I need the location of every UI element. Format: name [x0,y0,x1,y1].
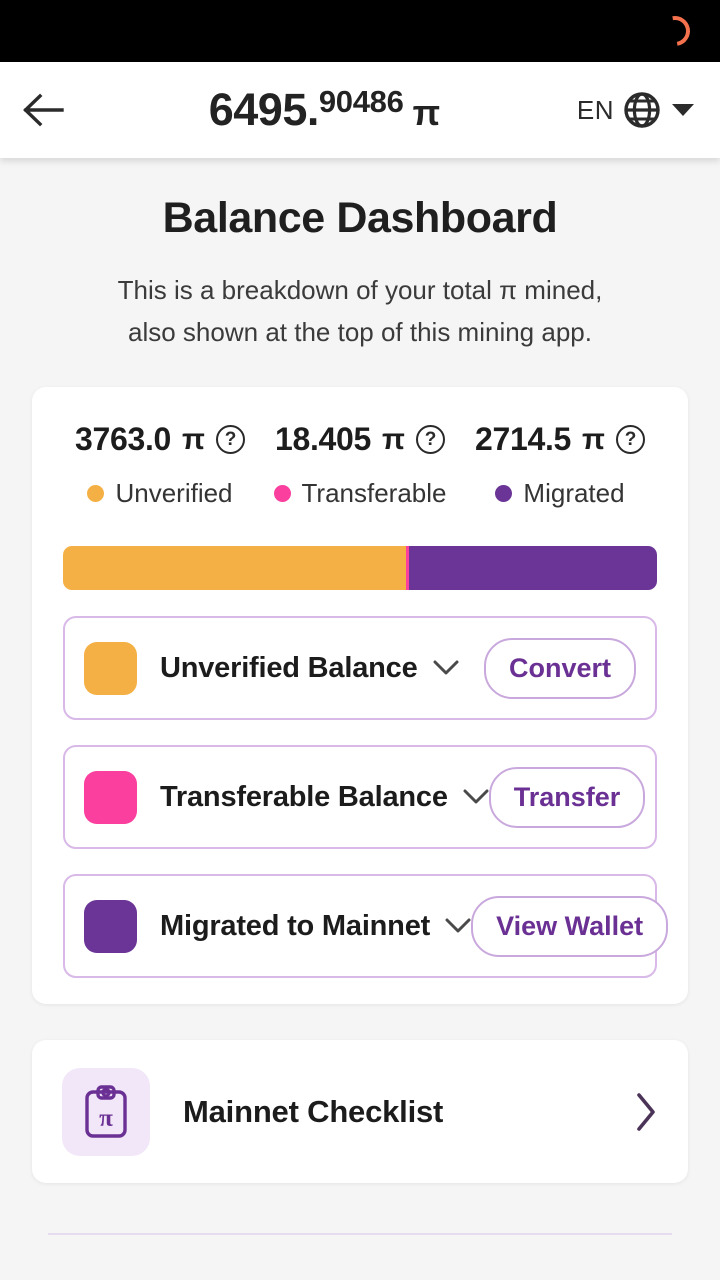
balance-integer-part: 6495. [208,84,320,135]
totals-row: 3763.0 π ? Unverified 18.405 π ? Transfe… [48,421,672,509]
help-circle-icon[interactable]: ? [416,425,446,455]
color-swatch [84,770,137,824]
total-value: 18.405 [274,421,372,458]
page-title: Balance Dashboard [162,194,558,242]
total-value: 2714.5 [474,421,572,458]
bottom-divider [48,1233,672,1235]
color-swatch [84,899,137,953]
total-value-line: 2714.5 π ? [460,421,660,458]
svg-text:π: π [99,1105,113,1132]
pi-symbol: π [582,422,606,456]
balance-row-migrated[interactable]: Migrated to Mainnet View Wallet [63,874,669,979]
mainnet-checklist-label: Mainnet Checklist [183,1093,444,1129]
legend-color-dot [87,485,105,503]
chevron-down-icon[interactable] [433,660,459,677]
balance-row-label: Migrated to Mainnet [160,909,431,942]
clipboard-pi-icon: π [62,1067,150,1156]
legend-color-dot [495,485,513,503]
help-circle-icon[interactable]: ? [616,425,646,455]
total-value-line: 18.405 π ? [260,421,460,458]
bar-segment-unverified [63,546,407,591]
mainnet-checklist-card[interactable]: π Mainnet Checklist [32,1040,688,1184]
chevron-down-icon[interactable] [463,789,489,806]
balance-row-transferable[interactable]: Transferable Balance Transfer [63,745,657,850]
balance-row-unverified[interactable]: Unverified Balance Convert [63,616,657,721]
clipboard-pi-icon-glyph: π [85,1085,127,1138]
legend-label: Transferable [301,478,447,509]
page-body: Balance Dashboard This is a breakdown of… [0,158,720,1184]
language-code-label: EN [576,94,614,125]
convert-button[interactable]: Convert [483,637,636,699]
total-value-line: 3763.0 π ? [60,421,260,458]
balance-stacked-bar [63,546,657,591]
page-subtitle-line-1: This is a breakdown of your total π mine… [117,275,603,305]
legend-label: Unverified [115,478,233,509]
transfer-button[interactable]: Transfer [488,766,646,828]
balance-row-label: Unverified Balance [160,651,418,684]
total-column-transferable: 18.405 π ? Transferable [260,421,460,509]
total-column-migrated: 2714.5 π ? Migrated [460,421,660,509]
pi-symbol: π [412,92,441,133]
legend-migrated: Migrated [460,478,660,509]
balance-breakdown-card: 3763.0 π ? Unverified 18.405 π ? Transfe… [32,387,688,1005]
legend-unverified: Unverified [60,478,260,509]
back-button[interactable] [0,93,84,127]
chevron-down-icon[interactable] [445,918,471,935]
language-selector[interactable]: EN [577,91,720,129]
chevron-down-icon [672,104,694,116]
total-value: 3763.0 [74,421,172,458]
chevron-right-icon[interactable] [634,1091,658,1133]
total-column-unverified: 3763.0 π ? Unverified [60,421,260,509]
pi-symbol: π [182,422,206,456]
page-subtitle-line-2: also shown at the top of this mining app… [128,317,592,348]
globe-icon [624,92,660,128]
app-header: 6495. 90486 π EN [0,62,720,158]
back-arrow-icon [23,93,64,127]
help-circle-icon[interactable]: ? [216,425,246,455]
status-bar [0,0,720,62]
balance-row-label: Transferable Balance [160,780,448,813]
legend-transferable: Transferable [260,478,460,509]
legend-color-dot [273,485,291,503]
view-wallet-button[interactable]: View Wallet [471,895,669,957]
pi-symbol: π [382,422,406,456]
color-swatch [84,641,137,695]
balance-fraction-part: 90486 [318,84,404,119]
page-subtitle: This is a breakdown of your total π mine… [0,269,720,353]
balance-rows: Unverified Balance Convert Transferable … [48,616,672,979]
bar-segment-migrated [409,546,657,591]
legend-label: Migrated [523,478,625,509]
loading-spinner-icon [654,10,696,52]
header-total-balance: 6495. 90486 π [78,84,571,136]
